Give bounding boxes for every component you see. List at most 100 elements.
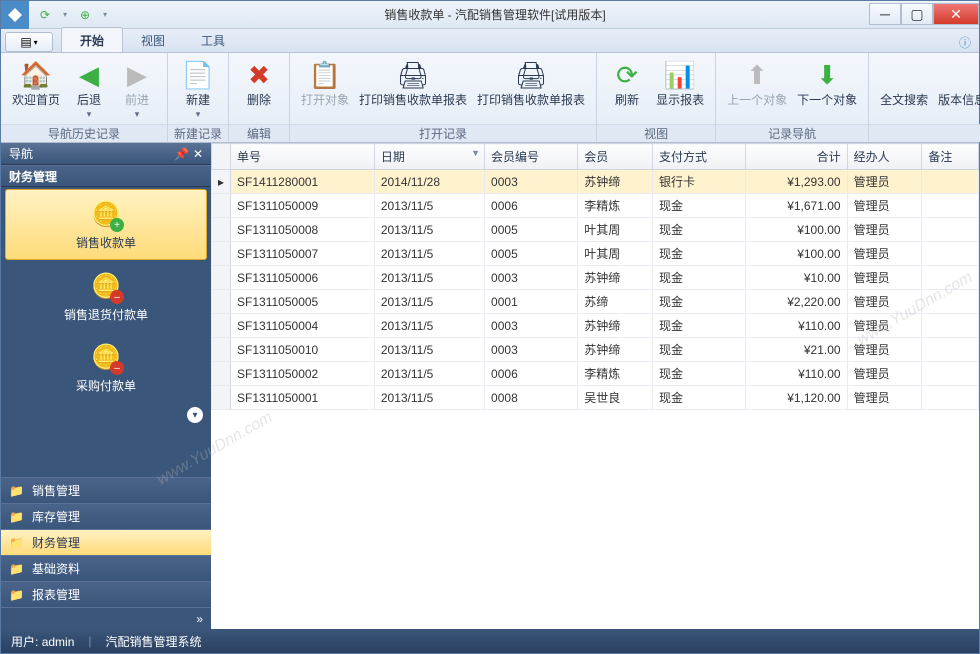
cell-total: ¥110.00 (746, 314, 847, 338)
tab-start[interactable]: 开始 (61, 27, 123, 52)
cell-date: 2013/11/5 (374, 314, 484, 338)
nav-group-reports[interactable]: 📁报表管理 (1, 581, 211, 607)
cell-date: 2013/11/5 (374, 290, 484, 314)
cell-no: SF1311050006 (231, 266, 375, 290)
app-icon (1, 1, 29, 29)
cell-member: 李精炼 (578, 362, 653, 386)
new-icon: 📄 (182, 59, 214, 91)
cell-date: 2013/11/5 (374, 266, 484, 290)
print-single-button[interactable]: 🖨打印销售收款单报表 (354, 57, 472, 109)
tab-tools[interactable]: 工具 (183, 28, 243, 52)
cell-date: 2013/11/5 (374, 386, 484, 410)
folder-icon: 📁 (9, 484, 24, 498)
group-view: 视图 (597, 124, 715, 142)
col-no[interactable]: 单号 (231, 144, 375, 170)
status-user: 用户: admin (11, 633, 74, 650)
sidebar-item-sales-receipt[interactable]: 🪙+ 销售收款单 (5, 189, 207, 260)
col-member[interactable]: 会员 (578, 144, 653, 170)
table-row[interactable]: SF1311050001 2013/11/5 0008 吴世良 现金 ¥1,12… (212, 386, 979, 410)
nav-group-sales[interactable]: 📁销售管理 (1, 477, 211, 503)
sidebar-item-refund-payment[interactable]: 🪙– 销售退货付款单 (5, 262, 207, 331)
row-indicator (212, 338, 231, 362)
cell-total: ¥110.00 (746, 362, 847, 386)
nav-group-inventory[interactable]: 📁库存管理 (1, 503, 211, 529)
table-row[interactable]: SF1311050004 2013/11/5 0003 苏钟缔 现金 ¥110.… (212, 314, 979, 338)
group-recnav: 记录导航 (716, 124, 868, 142)
help-button[interactable]: ⓘ (955, 32, 975, 52)
cell-no: SF1311050009 (231, 194, 375, 218)
table-row[interactable]: ▸ SF1411280001 2014/11/28 0003 苏钟缔 银行卡 ¥… (212, 170, 979, 194)
col-date[interactable]: 日期▼ (374, 144, 484, 170)
col-pay[interactable]: 支付方式 (653, 144, 746, 170)
table-row[interactable]: SF1311050009 2013/11/5 0006 李精炼 现金 ¥1,67… (212, 194, 979, 218)
prev-object-button[interactable]: ⬆上一个对象 (722, 57, 792, 109)
open-object-button[interactable]: 📋打开对象 (296, 57, 354, 109)
welcome-button[interactable]: 🏠欢迎首页 (7, 57, 65, 109)
col-memid[interactable]: 会员编号 (485, 144, 578, 170)
fulltext-button[interactable]: 全文搜索 (875, 57, 933, 109)
cell-member: 叶其周 (578, 218, 653, 242)
folder-icon: 📁 (9, 510, 24, 524)
sidebar-expand[interactable]: ▾ (1, 404, 211, 426)
pin-icon[interactable]: 📌 (174, 147, 189, 161)
nav-group-finance[interactable]: 📁财务管理 (1, 529, 211, 555)
tab-view[interactable]: 视图 (123, 28, 183, 52)
maximize-button[interactable]: ▢ (901, 3, 933, 25)
cell-pay: 现金 (653, 290, 746, 314)
next-object-button[interactable]: ⬇下一个对象 (792, 57, 862, 109)
nav-group-basedata[interactable]: 📁基础资料 (1, 555, 211, 581)
home-icon: 🏠 (20, 59, 52, 91)
cell-memid: 0003 (485, 314, 578, 338)
delete-button[interactable]: ✖删除 (235, 57, 283, 109)
cell-remark (922, 314, 979, 338)
cell-remark (922, 362, 979, 386)
col-remark[interactable]: 备注 (922, 144, 979, 170)
col-op[interactable]: 经办人 (847, 144, 922, 170)
minimize-button[interactable]: ─ (869, 3, 901, 25)
cell-memid: 0005 (485, 242, 578, 266)
refresh-button[interactable]: ⟳刷新 (603, 57, 651, 109)
quick-access-toolbar: ⟳ ▾ ⊕ ▾ (29, 7, 121, 23)
file-menu-button[interactable]: ▤▾ (5, 32, 53, 52)
close-panel-icon[interactable]: ✕ (193, 147, 203, 161)
coins-icon-3: 🪙– (90, 341, 122, 373)
sidebar-section-finance[interactable]: 财务管理 (1, 165, 211, 187)
cell-op: 管理员 (847, 218, 922, 242)
col-total[interactable]: 合计 (746, 144, 847, 170)
table-row[interactable]: SF1311050008 2013/11/5 0005 叶其周 现金 ¥100.… (212, 218, 979, 242)
cell-member: 叶其周 (578, 242, 653, 266)
cell-pay: 现金 (653, 314, 746, 338)
cell-op: 管理员 (847, 170, 922, 194)
back-button[interactable]: ◀后退▾ (65, 57, 113, 122)
cell-total: ¥2,220.00 (746, 290, 847, 314)
qat-dropdown-icon[interactable]: ▾ (57, 7, 73, 23)
close-button[interactable]: ✕ (933, 3, 979, 25)
table-row[interactable]: SF1311050010 2013/11/5 0003 苏钟缔 现金 ¥21.0… (212, 338, 979, 362)
cell-memid: 0003 (485, 266, 578, 290)
qat-add-icon[interactable]: ⊕ (77, 7, 93, 23)
sidebar-collapse[interactable]: » (1, 607, 211, 629)
cell-no: SF1311050007 (231, 242, 375, 266)
cell-op: 管理员 (847, 290, 922, 314)
table-row[interactable]: SF1311050002 2013/11/5 0006 李精炼 现金 ¥110.… (212, 362, 979, 386)
cell-no: SF1411280001 (231, 170, 375, 194)
data-grid[interactable]: 单号 日期▼ 会员编号 会员 支付方式 合计 经办人 备注 ▸ SF141128… (211, 143, 979, 629)
sidebar-item-purchase-payment[interactable]: 🪙– 采购付款单 (5, 333, 207, 402)
qat-refresh-icon[interactable]: ⟳ (37, 7, 53, 23)
sidebar-items: 🪙+ 销售收款单 🪙– 销售退货付款单 🪙– 采购付款单 (1, 187, 211, 404)
forward-button[interactable]: ▶前进▾ (113, 57, 161, 122)
new-button[interactable]: 📄新建▾ (174, 57, 222, 122)
statusbar: 用户: admin | 汽配销售管理系统 (1, 629, 979, 653)
show-report-button[interactable]: 📊显示报表 (651, 57, 709, 109)
version-button[interactable]: 版本信息 (933, 57, 980, 109)
up-icon: ⬆ (741, 59, 773, 91)
qat-dropdown2-icon[interactable]: ▾ (97, 7, 113, 23)
window-title: 销售收款单 - 汽配销售管理软件[试用版本] (121, 6, 869, 23)
row-indicator-header (212, 144, 231, 170)
print-list-button[interactable]: 🖨打印销售收款单报表 (472, 57, 590, 109)
table-row[interactable]: SF1311050005 2013/11/5 0001 苏缔 现金 ¥2,220… (212, 290, 979, 314)
cell-remark (922, 170, 979, 194)
table-row[interactable]: SF1311050007 2013/11/5 0005 叶其周 现金 ¥100.… (212, 242, 979, 266)
cell-remark (922, 338, 979, 362)
table-row[interactable]: SF1311050006 2013/11/5 0003 苏钟缔 现金 ¥10.0… (212, 266, 979, 290)
